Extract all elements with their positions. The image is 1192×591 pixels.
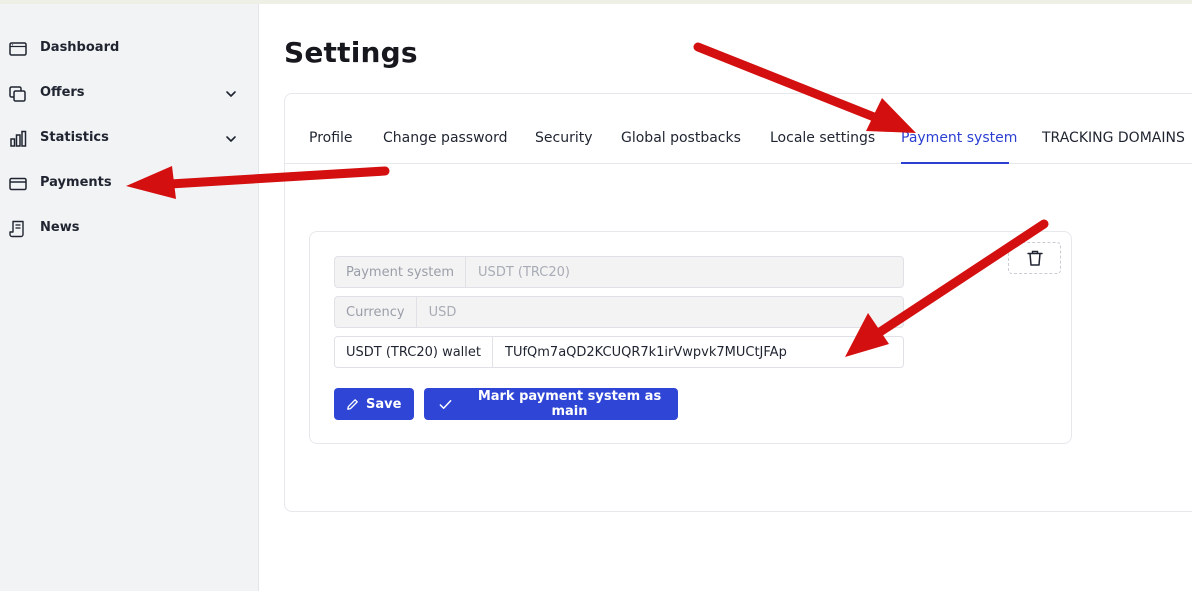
tab-profile[interactable]: Profile — [309, 130, 353, 164]
settings-tabs: Profile Change password Security Global … — [284, 124, 1192, 164]
page-title: Settings — [284, 36, 418, 69]
payment-system-label: Payment system — [335, 257, 467, 287]
sidebar: Dashboard Offers Statistics Payments New… — [0, 4, 259, 591]
tab-global-postbacks[interactable]: Global postbacks — [621, 130, 741, 164]
wallet-field: USDT (TRC20) wallet — [334, 336, 904, 368]
document-icon — [9, 220, 24, 238]
pencil-icon — [345, 397, 360, 412]
tab-security[interactable]: Security — [535, 130, 593, 164]
tab-locale-settings[interactable]: Locale settings — [770, 130, 875, 164]
save-button[interactable]: Save — [334, 388, 414, 420]
payment-system-field: Payment system USDT (TRC20) — [334, 256, 904, 288]
delete-button[interactable] — [1008, 242, 1061, 274]
trash-icon — [1027, 250, 1043, 266]
card-icon — [9, 177, 27, 191]
payment-system-value: USDT (TRC20) — [478, 264, 570, 280]
check-icon — [438, 397, 453, 412]
sidebar-item-statistics[interactable]: Statistics — [0, 118, 259, 158]
chevron-down-icon[interactable] — [224, 132, 238, 146]
tab-tracking-domains[interactable]: TRACKING DOMAINS — [1042, 130, 1185, 164]
sidebar-item-dashboard[interactable]: Dashboard — [0, 28, 259, 68]
currency-value: USD — [428, 304, 457, 320]
mark-main-button[interactable]: Mark payment system as main — [424, 388, 678, 420]
wallet-input[interactable] — [493, 337, 903, 367]
wallet-label: USDT (TRC20) wallet — [335, 337, 493, 367]
layers-icon — [9, 86, 26, 102]
sidebar-item-payments[interactable]: Payments — [0, 163, 259, 203]
sidebar-item-offers[interactable]: Offers — [0, 73, 259, 113]
sidebar-item-label: Offers — [40, 85, 85, 100]
mark-main-button-label: Mark payment system as main — [477, 389, 662, 419]
currency-label: Currency — [335, 297, 417, 327]
sidebar-item-label: Payments — [40, 175, 112, 190]
sidebar-item-label: Statistics — [40, 130, 109, 145]
tab-change-password[interactable]: Change password — [383, 130, 508, 164]
chevron-down-icon[interactable] — [224, 87, 238, 101]
tab-payment-system[interactable]: Payment system — [901, 130, 1017, 164]
sidebar-item-label: News — [40, 220, 80, 235]
currency-field: Currency USD — [334, 296, 904, 328]
sidebar-item-label: Dashboard — [40, 40, 120, 55]
sidebar-item-news[interactable]: News — [0, 208, 259, 248]
bar-chart-icon — [10, 130, 27, 147]
save-button-label: Save — [366, 396, 402, 412]
monitor-icon — [9, 42, 27, 56]
